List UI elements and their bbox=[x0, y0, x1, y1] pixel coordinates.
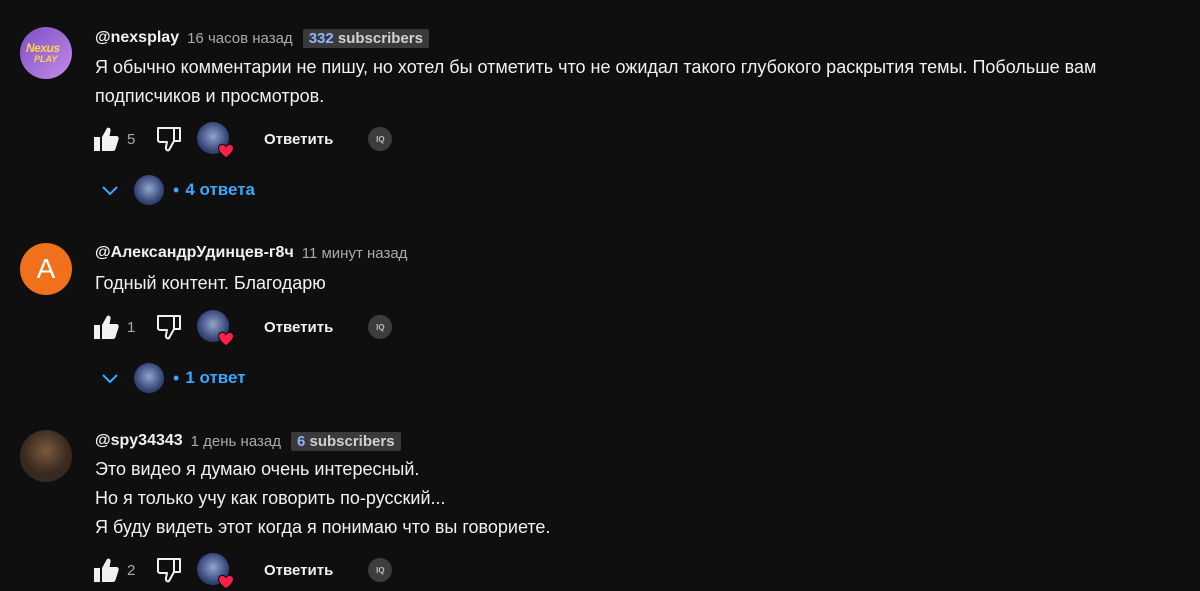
separator-dot: • bbox=[173, 367, 180, 388]
avatar-logo-subtext: PLAY bbox=[34, 54, 58, 64]
comment-actions: 5 Ответить IQ bbox=[92, 122, 393, 159]
view-replies-toggle[interactable]: • 4 ответа bbox=[100, 173, 255, 207]
replier-avatar bbox=[134, 175, 164, 205]
creator-heart-badge bbox=[197, 122, 235, 159]
chevron-down-icon bbox=[102, 186, 118, 196]
subscriber-count: 332 bbox=[308, 29, 334, 47]
like-count: 5 bbox=[127, 130, 136, 148]
thumbs-down-icon[interactable] bbox=[155, 556, 183, 584]
timestamp[interactable]: 1 день назад bbox=[191, 433, 281, 450]
timestamp[interactable]: 11 минут назад bbox=[302, 245, 408, 262]
comment-actions: 2 Ответить IQ bbox=[92, 553, 393, 590]
avatar-letter: A bbox=[36, 253, 56, 284]
thumbs-down-icon[interactable] bbox=[155, 125, 183, 153]
like-count: 2 bbox=[127, 561, 136, 579]
separator-dot: • bbox=[173, 179, 180, 200]
thumbs-up-icon[interactable] bbox=[92, 313, 120, 341]
heart-icon bbox=[217, 574, 235, 590]
heart-icon bbox=[217, 143, 235, 159]
iq-button[interactable]: IQ bbox=[368, 127, 393, 151]
author-handle[interactable]: @nexsplay bbox=[95, 29, 179, 47]
reply-button[interactable]: Ответить bbox=[264, 562, 333, 579]
replies-count: 1 ответ bbox=[185, 368, 246, 387]
thumbs-down-icon[interactable] bbox=[155, 313, 183, 341]
subscriber-badge: 332 subscribers bbox=[302, 28, 429, 48]
replier-avatar bbox=[134, 363, 164, 393]
thumbs-up-icon[interactable] bbox=[92, 125, 120, 153]
heart-icon bbox=[217, 331, 235, 347]
subscriber-label: subscribers bbox=[333, 29, 423, 47]
chevron-down-icon bbox=[102, 374, 118, 384]
timestamp[interactable]: 16 часов назад bbox=[187, 30, 293, 47]
comment-header: @АлександрУдинцев-г8ч 11 минут назад bbox=[95, 241, 407, 265]
iq-label: IQ bbox=[376, 322, 385, 332]
author-handle[interactable]: @spy34343 bbox=[95, 432, 183, 450]
view-replies-toggle[interactable]: • 1 ответ bbox=[100, 361, 246, 395]
iq-button[interactable]: IQ bbox=[368, 558, 393, 582]
like-count: 1 bbox=[127, 318, 136, 336]
subscriber-label: subscribers bbox=[305, 432, 395, 450]
avatar[interactable] bbox=[20, 430, 72, 482]
avatar[interactable]: A bbox=[20, 243, 72, 295]
reply-button[interactable]: Ответить bbox=[264, 319, 333, 336]
subscriber-badge: 6 subscribers bbox=[290, 431, 401, 451]
replies-count: 4 ответа bbox=[185, 180, 256, 199]
comment-header: @nexsplay 16 часов назад 332 subscribers bbox=[95, 26, 429, 50]
creator-heart-badge bbox=[197, 310, 235, 347]
comment-text: Я обычно комментарии не пишу, но хотел б… bbox=[95, 57, 1097, 106]
iq-button[interactable]: IQ bbox=[368, 315, 393, 339]
iq-label: IQ bbox=[376, 134, 385, 144]
comment-text: Годный контент. Благодарю bbox=[95, 273, 326, 293]
avatar-logo-text: Nexus bbox=[26, 41, 60, 55]
iq-label: IQ bbox=[376, 565, 385, 575]
creator-heart-badge bbox=[197, 553, 235, 590]
reply-button[interactable]: Ответить bbox=[264, 131, 333, 148]
thumbs-up-icon[interactable] bbox=[92, 556, 120, 584]
comment-header: @spy34343 1 день назад 6 subscribers bbox=[95, 429, 401, 453]
comment-text: Это видео я думаю очень интересный. Но я… bbox=[95, 459, 551, 537]
avatar[interactable]: Nexus PLAY bbox=[20, 27, 72, 79]
comment-actions: 1 Ответить IQ bbox=[92, 310, 393, 347]
author-handle[interactable]: @АлександрУдинцев-г8ч bbox=[95, 244, 294, 262]
